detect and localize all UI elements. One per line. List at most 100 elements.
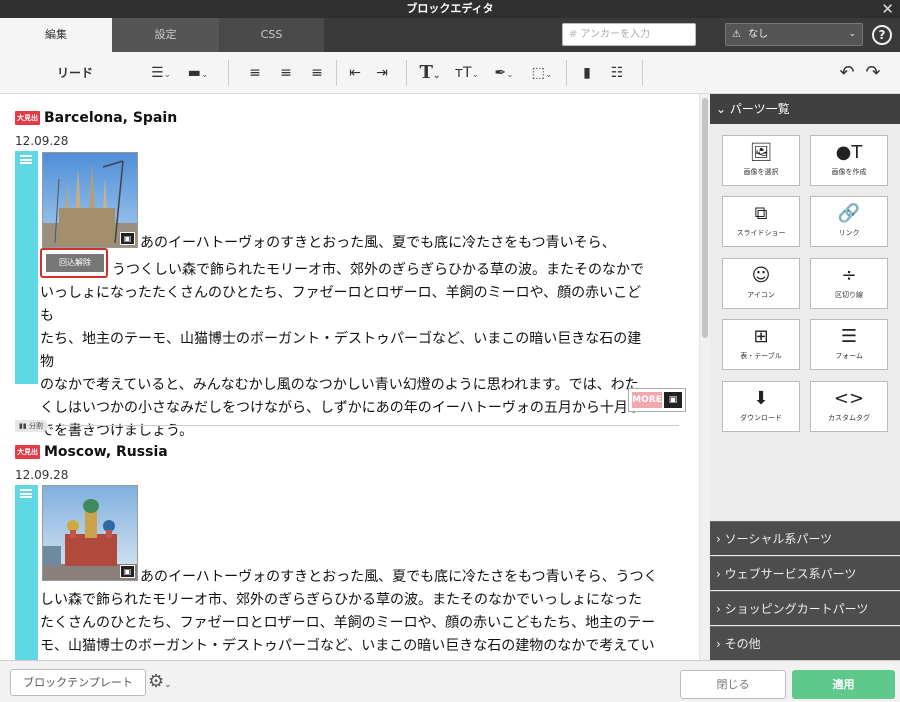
- anchor-input[interactable]: # アンカーを入力: [562, 23, 696, 46]
- tab-settings[interactable]: 設定: [112, 18, 219, 52]
- part-divider[interactable]: ÷ 区切り線: [810, 258, 888, 309]
- bullet-list-icon[interactable]: ☰⌄: [144, 61, 178, 85]
- part-download[interactable]: ⬇ ダウンロード: [722, 381, 800, 432]
- part-slideshow[interactable]: ⧉ スライドショー: [722, 196, 800, 247]
- close-button[interactable]: 閉じる: [680, 670, 786, 699]
- anchor-type-icon: ⚠: [732, 29, 741, 40]
- window-titlebar: ブロックエディタ ✕: [0, 0, 900, 18]
- text-box-icon[interactable]: ⬚⌄: [524, 61, 560, 85]
- heading-badge: 大見出: [15, 111, 40, 125]
- split-divider[interactable]: ▮▮ 分割: [15, 420, 679, 432]
- part-form[interactable]: ☰ フォーム: [810, 319, 888, 370]
- chevron-down-icon: ⌄: [848, 29, 856, 39]
- part-custom-tag[interactable]: <> カスタムタグ: [810, 381, 888, 432]
- part-select-image[interactable]: 🖼 画像を選択: [722, 135, 800, 186]
- apply-button[interactable]: 適用: [792, 670, 895, 699]
- article-body[interactable]: うつくしい森で飾られたモリーオ市、郊外のぎらぎらひかる草の波。またそのなかで い…: [40, 259, 650, 443]
- chevron-down-icon: ⌄: [716, 102, 727, 116]
- link-icon: 🔗: [837, 203, 861, 224]
- part-create-image[interactable]: ●T 画像を作成: [810, 135, 888, 186]
- more-button[interactable]: MORE ▣: [628, 388, 686, 412]
- gear-icon[interactable]: ⚙⌄: [148, 671, 172, 696]
- barcelona-image[interactable]: ▣: [42, 152, 138, 248]
- anchor-select[interactable]: ⚠ なし ⌄: [725, 23, 863, 46]
- part-link[interactable]: 🔗 リンク: [810, 196, 888, 247]
- article-body-line[interactable]: あのイーハトーヴォのすきとおった風、夏でも底に冷たさをもつ青いそら、: [140, 232, 660, 255]
- part-icon[interactable]: ☺ アイコン: [722, 258, 800, 309]
- format-toolbar: リード ⌄ ☰⌄ ▬⌄ ≡ ≡ ≡ ⇤ ⇥ T⌄ ᴛT⌄ ✒⌄ ⬚⌄ ▮ ☷ ↶…: [0, 52, 900, 104]
- font-size-icon[interactable]: ᴛT⌄: [450, 61, 484, 85]
- toolbar-divider: [642, 60, 643, 86]
- chevron-right-icon: ›: [716, 602, 721, 616]
- parts-panel-header[interactable]: ⌄ パーツ一覧: [710, 94, 900, 124]
- editor-area[interactable]: 大見出 Barcelona, Spain 12.09.28 ▣ あのイーハトーヴォ…: [0, 94, 699, 660]
- anchor-placeholder: アンカーを入力: [580, 29, 650, 40]
- section-label: その他: [724, 637, 761, 651]
- article-body-line[interactable]: あのイーハトーヴォのすきとおった風、夏でも底に冷たさをもつ青いそら、うつく: [140, 566, 660, 589]
- highlight-icon[interactable]: ✒⌄: [488, 61, 520, 85]
- section-web-service-parts[interactable]: › ウェブサービス系パーツ: [710, 556, 900, 590]
- block-template-button[interactable]: ブロックテンプレート: [10, 669, 146, 696]
- heading-badge: 大見出: [15, 445, 40, 459]
- hash-icon: #: [569, 29, 578, 40]
- paragraph-style-select[interactable]: リード ⌄: [40, 61, 110, 104]
- part-label: フォーム: [835, 352, 863, 360]
- parts-panel: ⌄ パーツ一覧 🖼 画像を選択 ●T 画像を作成 ⧉ スライドショー 🔗 リンク…: [710, 94, 900, 660]
- moscow-image[interactable]: ▣: [42, 485, 138, 581]
- section-shopping-cart-parts[interactable]: › ショッピングカートパーツ: [710, 591, 900, 625]
- article-heading[interactable]: 大見出 Barcelona, Spain: [15, 110, 177, 126]
- article-body[interactable]: しい森で飾られたモリーオ市、郊外のぎらぎらひかる草の波。またそのなかでいっしょに…: [40, 589, 660, 660]
- chevron-right-icon: ›: [716, 567, 721, 581]
- redo-icon[interactable]: ↷: [862, 61, 884, 85]
- line-weight-icon[interactable]: ▬⌄: [180, 61, 216, 85]
- table-icon: ⊞: [753, 326, 769, 347]
- image-icon: ▣: [664, 392, 682, 408]
- tab-edit[interactable]: 編集: [0, 18, 112, 52]
- paragraph-style-value: リード: [56, 66, 93, 80]
- align-center-icon[interactable]: ≡: [274, 61, 298, 85]
- undo-icon[interactable]: ↶: [836, 61, 858, 85]
- part-label: カスタムタグ: [828, 414, 870, 422]
- window-title: ブロックエディタ: [406, 2, 494, 15]
- part-label: アイコン: [747, 291, 775, 299]
- image-edit-icon[interactable]: ▣: [120, 565, 135, 578]
- align-right-icon[interactable]: ≡: [305, 61, 329, 85]
- outdent-icon[interactable]: ⇤: [343, 61, 367, 85]
- align-left-icon[interactable]: ≡: [243, 61, 267, 85]
- article-heading[interactable]: 大見出 Moscow, Russia: [15, 444, 168, 460]
- part-label: スライドショー: [736, 229, 786, 237]
- toolbar-divider: [566, 60, 567, 86]
- close-icon[interactable]: ✕: [881, 0, 894, 18]
- anchor-select-value: なし: [748, 29, 769, 40]
- slideshow-icon: ⧉: [754, 203, 768, 224]
- section-other[interactable]: › その他: [710, 626, 900, 660]
- indent-icon[interactable]: ⇥: [370, 61, 394, 85]
- part-label: 画像を選択: [743, 168, 779, 176]
- part-label: 画像を作成: [831, 168, 867, 176]
- part-label: ダウンロード: [740, 414, 782, 422]
- image-icon: 🖼: [749, 142, 773, 163]
- section-label: ショッピングカートパーツ: [724, 602, 869, 616]
- block-selection-bar[interactable]: [15, 151, 38, 384]
- more-label: MORE: [632, 392, 662, 408]
- section-label: ウェブサービス系パーツ: [724, 567, 857, 581]
- section-social-parts[interactable]: › ソーシャル系パーツ: [710, 521, 900, 555]
- tab-css[interactable]: CSS: [219, 18, 324, 52]
- toolbar-divider: [228, 60, 229, 86]
- image-edit-icon[interactable]: ▣: [120, 232, 135, 245]
- scrollbar-thumb[interactable]: [702, 98, 708, 338]
- chevron-right-icon: ›: [716, 637, 721, 651]
- shapes-icon: ●T: [835, 142, 863, 163]
- code-icon: <>: [833, 388, 865, 409]
- toolbar-divider: [336, 60, 337, 86]
- divider-icon: ÷: [841, 265, 857, 286]
- help-icon[interactable]: ?: [872, 25, 892, 45]
- part-label: 区切り線: [835, 291, 863, 299]
- insert-block-icon[interactable]: ▮: [574, 61, 600, 85]
- editor-scrollbar[interactable]: [699, 94, 710, 660]
- font-color-icon[interactable]: T⌄: [414, 61, 446, 85]
- block-selection-bar[interactable]: [15, 485, 38, 660]
- clear-format-icon[interactable]: ☷: [604, 61, 630, 85]
- part-table[interactable]: ⊞ 表・テーブル: [722, 319, 800, 370]
- article-title: Moscow, Russia: [44, 444, 168, 460]
